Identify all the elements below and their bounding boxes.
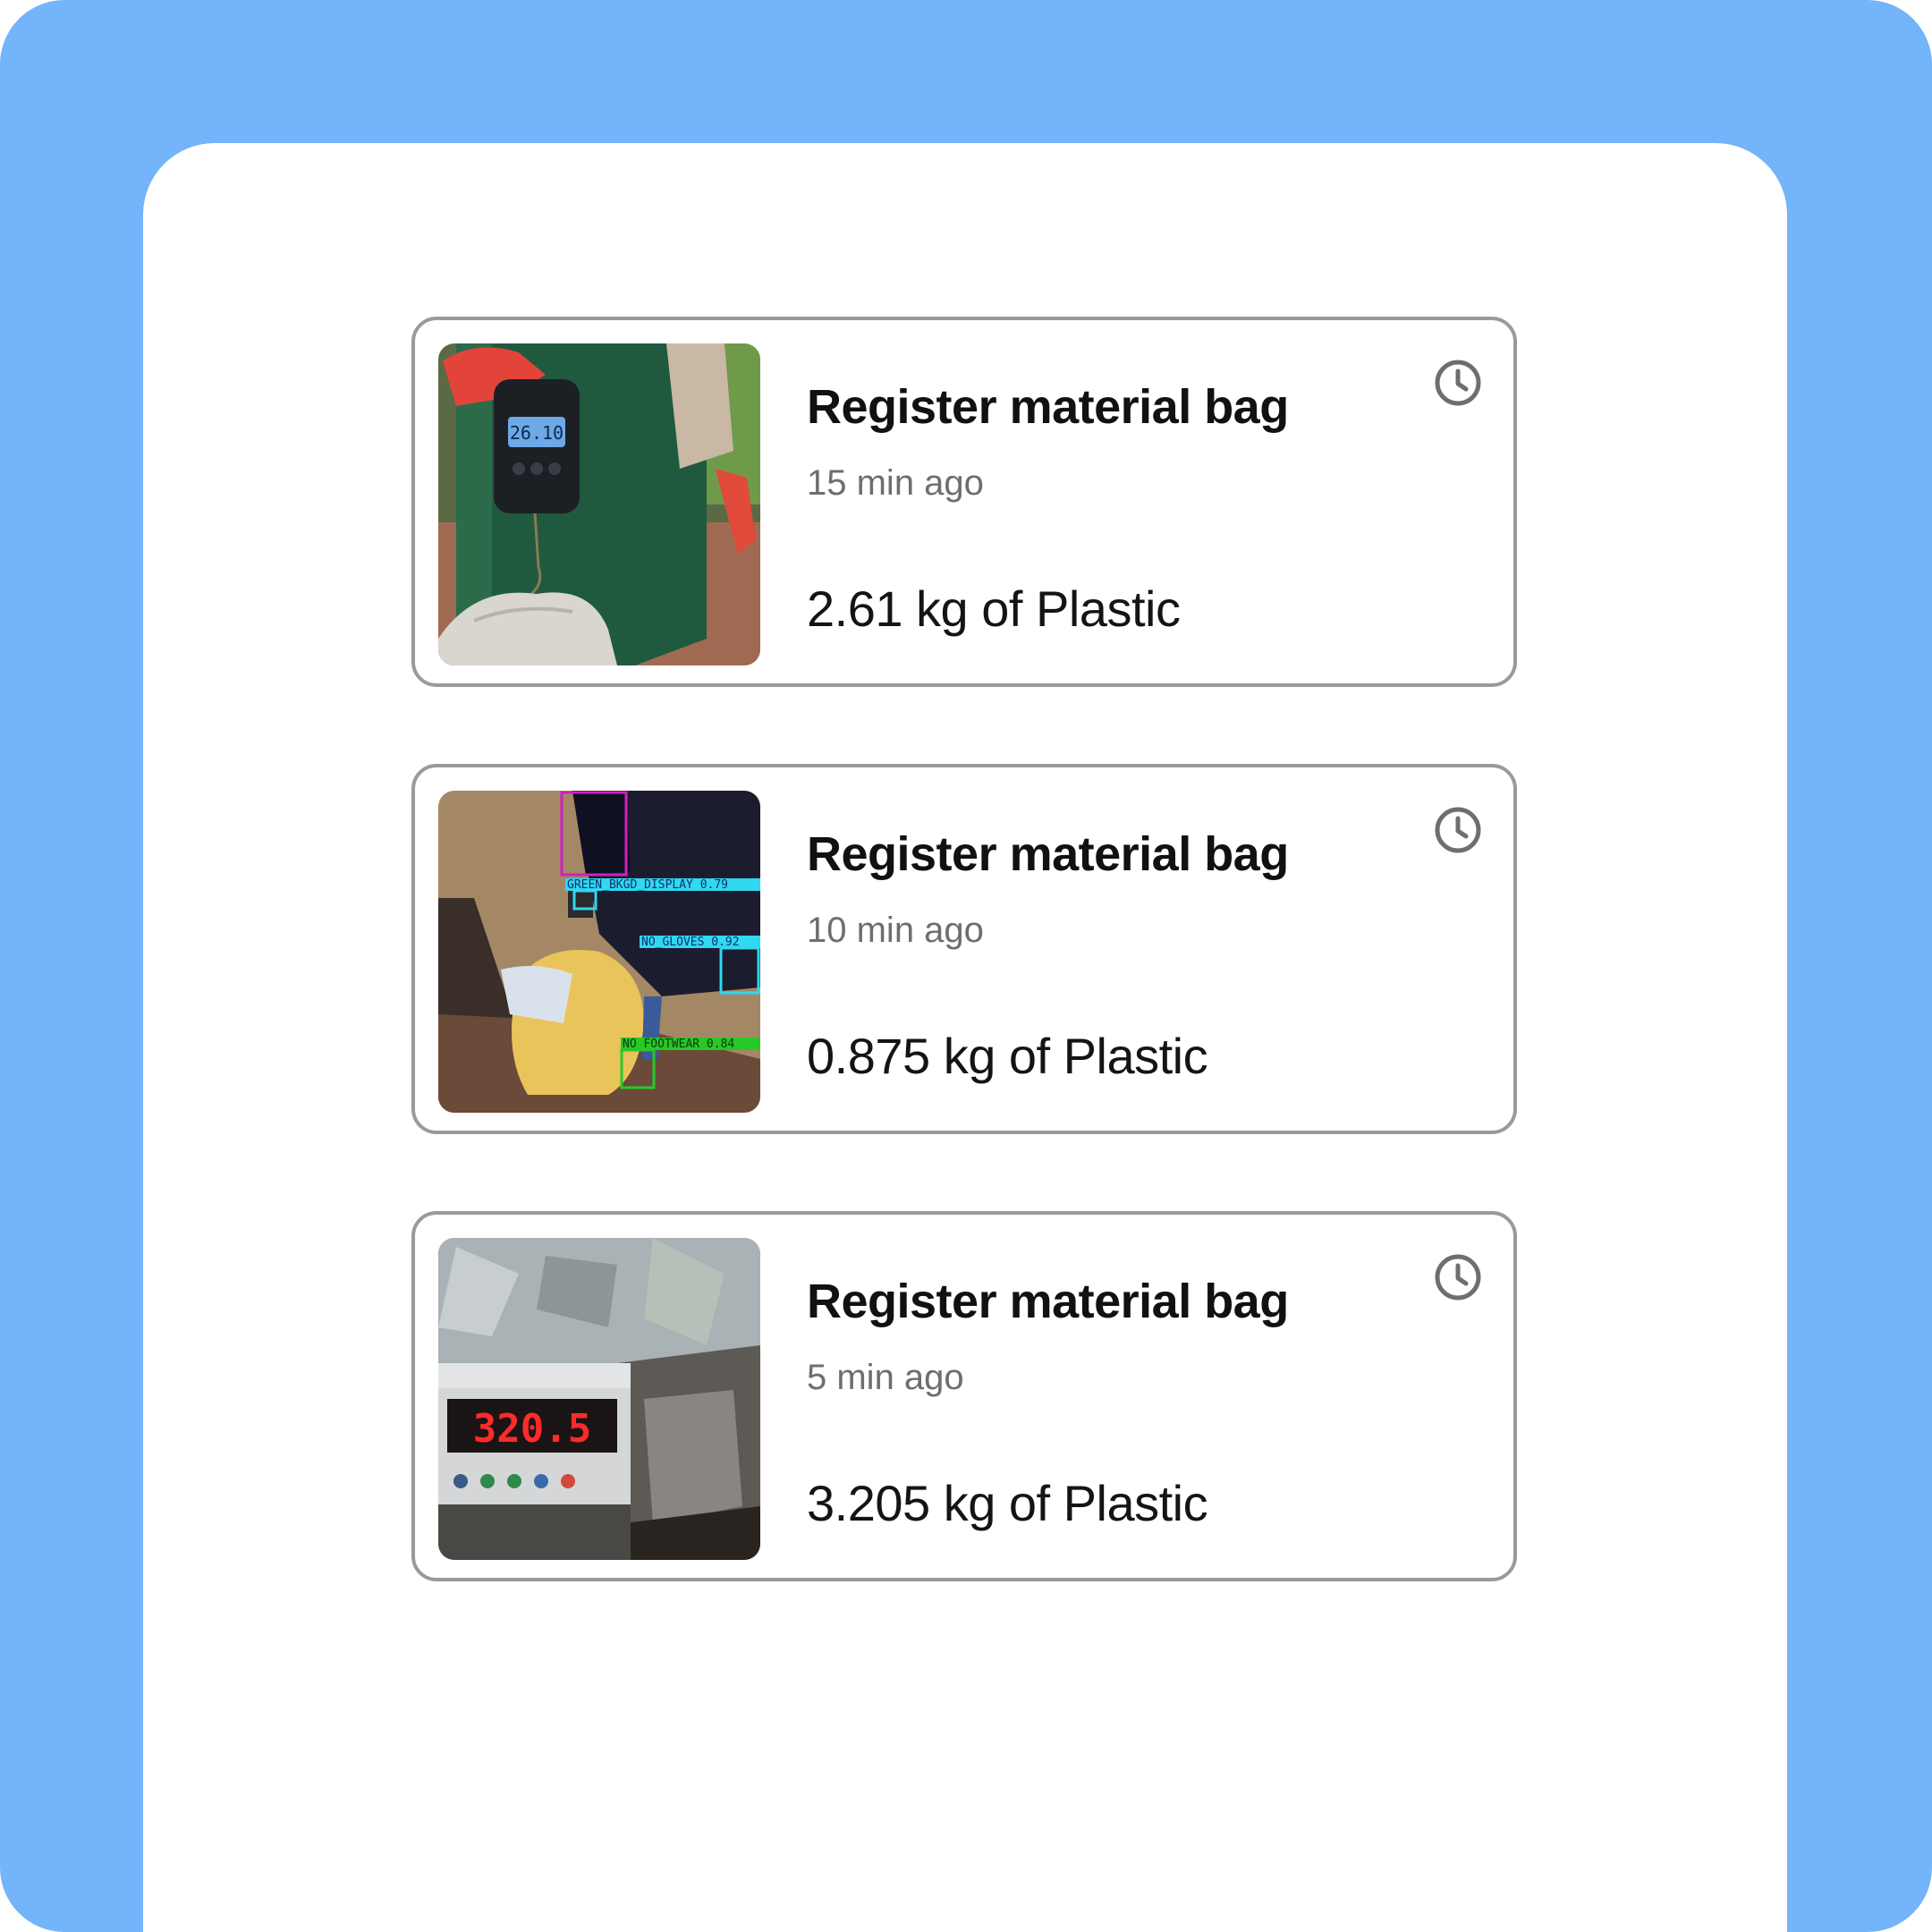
scale-reading-text: 320.5 bbox=[473, 1406, 591, 1452]
activity-card[interactable]: 320.5 Register material bag 5 min ago 3.… bbox=[411, 1211, 1517, 1581]
card-amount: 0.875 kg of Plastic bbox=[807, 1028, 1208, 1084]
hanging-scale-photo: 26.10 bbox=[438, 343, 760, 665]
card-title: Register material bag bbox=[807, 380, 1289, 434]
detection-photo: GREEN_BKGD_DISPLAY 0.79 NO_GLOVES 0.92 N… bbox=[438, 791, 760, 1113]
scale-reading-text: 26.10 bbox=[510, 422, 564, 444]
card-amount: 3.205 kg of Plastic bbox=[807, 1475, 1208, 1531]
card-title: Register material bag bbox=[807, 1275, 1289, 1328]
activity-card[interactable]: 26.10 Register material bag 15 min ago 2… bbox=[411, 317, 1517, 687]
clock-icon[interactable] bbox=[1433, 358, 1483, 408]
platform-scale-photo: 320.5 bbox=[438, 1238, 760, 1560]
clock-icon[interactable] bbox=[1433, 1252, 1483, 1302]
card-timestamp: 15 min ago bbox=[807, 463, 984, 503]
activity-card[interactable]: GREEN_BKGD_DISPLAY 0.79 NO_GLOVES 0.92 N… bbox=[411, 764, 1517, 1134]
card-title: Register material bag bbox=[807, 827, 1289, 881]
clock-icon[interactable] bbox=[1433, 805, 1483, 855]
card-timestamp: 5 min ago bbox=[807, 1358, 964, 1397]
card-timestamp: 10 min ago bbox=[807, 911, 984, 950]
background-frame: 26.10 Register material bag 15 min ago 2… bbox=[0, 0, 1932, 1932]
card-amount: 2.61 kg of Plastic bbox=[807, 580, 1181, 637]
